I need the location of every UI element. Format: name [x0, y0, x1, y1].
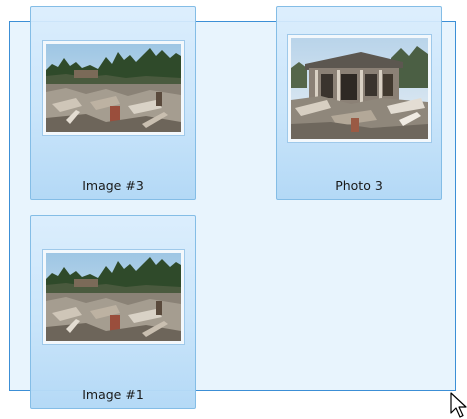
file-item-image-1[interactable]: Image #1 [30, 215, 196, 409]
debris-landscape-photo [46, 44, 181, 132]
file-item-photo-3[interactable]: Photo 3 [276, 6, 442, 200]
file-item-caption: Image #1 [82, 387, 144, 402]
arrow-cursor-icon [450, 392, 467, 418]
file-item-caption: Image #3 [82, 178, 144, 193]
damaged-house-photo [291, 38, 428, 139]
thumbnail-image [42, 249, 185, 345]
thumbnail-image [42, 40, 185, 136]
debris-landscape-photo [46, 253, 181, 341]
file-item-caption: Photo 3 [335, 178, 383, 193]
thumbnail-image [287, 34, 432, 143]
file-item-image-3[interactable]: Image #3 [30, 6, 196, 200]
